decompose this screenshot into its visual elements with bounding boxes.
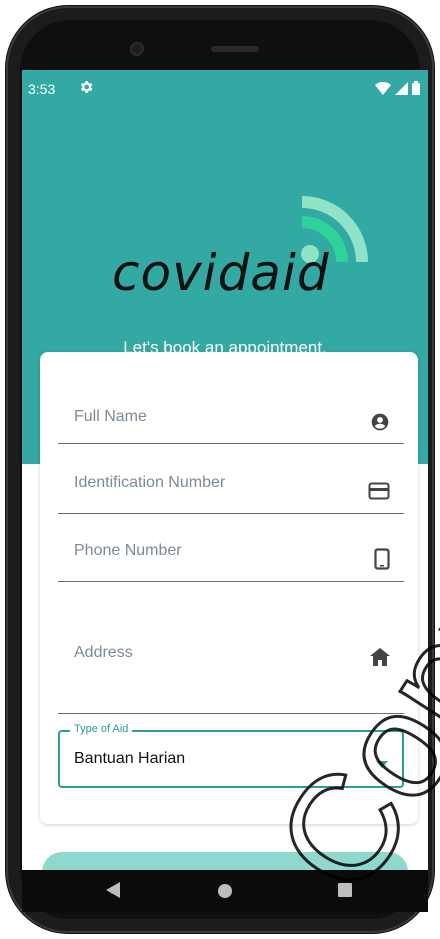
account-circle-icon: [370, 412, 390, 437]
front-camera: [130, 42, 144, 56]
status-bar: 3:53: [22, 70, 428, 106]
gear-icon: [78, 79, 94, 98]
type-of-aid-select[interactable]: Type of Aid Bantuan Harian: [58, 723, 404, 788]
dropdown-caret-icon: [376, 755, 388, 773]
type-of-aid-label: Type of Aid: [70, 723, 133, 735]
type-of-aid-value: Bantuan Harian: [74, 750, 186, 767]
address-field[interactable]: Address: [58, 582, 404, 714]
home-icon: [370, 648, 390, 671]
brand-name: covidaid: [112, 244, 330, 302]
full-name-field[interactable]: Full Name: [58, 390, 404, 444]
identification-number-field[interactable]: Identification Number: [58, 444, 404, 514]
navigation-bar: [22, 870, 428, 912]
smartphone-icon: [374, 548, 390, 575]
phone-number-field[interactable]: Phone Number: [58, 514, 404, 582]
battery-icon: [412, 81, 420, 95]
address-placeholder: Address: [74, 644, 133, 661]
credit-card-icon: [368, 482, 390, 505]
back-icon[interactable]: [106, 882, 120, 903]
wifi-icon: [375, 81, 391, 95]
status-time: 3:53: [28, 81, 56, 97]
full-name-placeholder: Full Name: [74, 408, 147, 425]
status-icons: [375, 81, 420, 95]
app-screen: 3:53 covidaid Let's book an appointment.…: [22, 70, 428, 912]
phone-number-placeholder: Phone Number: [74, 542, 182, 559]
app-logo: covidaid: [108, 194, 368, 304]
home-icon[interactable]: [217, 883, 233, 904]
recents-icon[interactable]: [338, 883, 352, 902]
signal-icon: [395, 81, 408, 95]
earpiece-speaker: [211, 46, 259, 52]
identification-number-placeholder: Identification Number: [74, 474, 226, 491]
appointment-form-card: Full Name Identification Number Phone Nu…: [40, 352, 418, 824]
